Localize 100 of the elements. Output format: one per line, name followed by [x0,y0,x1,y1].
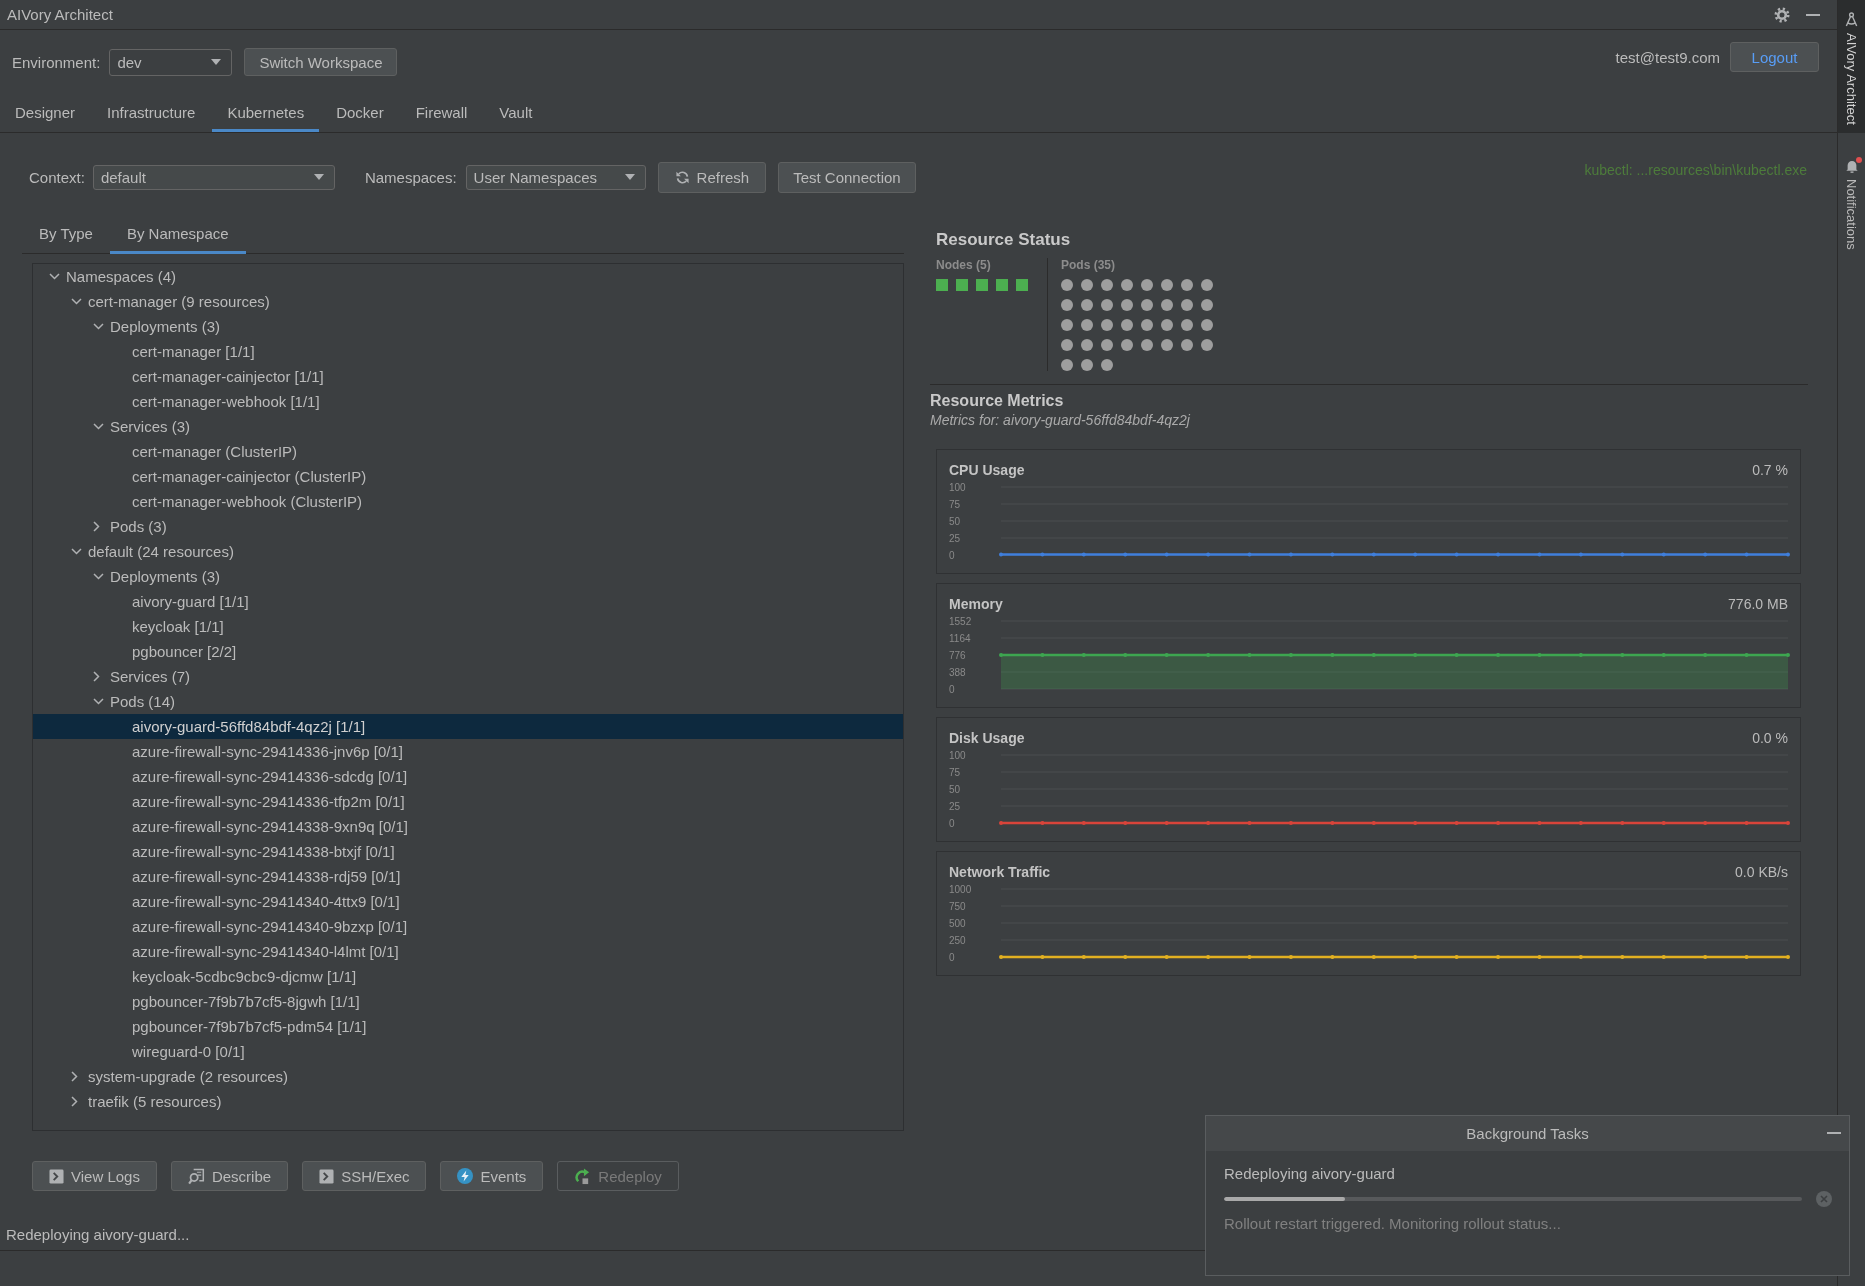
tree-item[interactable]: aivory-guard-56ffd84bdf-4qz2j [1/1] [33,714,903,739]
tree-item[interactable]: aivory-guard [1/1] [33,589,903,614]
namespaces-label: Namespaces: [364,168,457,186]
tree-item[interactable]: cert-manager-cainjector (ClusterIP) [33,464,903,489]
document-search-icon [187,1167,205,1185]
tree-item[interactable]: Services (3) [33,414,903,439]
tree-item[interactable]: default (24 resources) [33,539,903,564]
axis-tick-label: 388 [949,666,966,678]
tree-item[interactable]: cert-manager-cainjector [1/1] [33,364,903,389]
section-title: Resource Metrics [930,391,1065,411]
tree-item[interactable]: Namespaces (4) [33,264,903,289]
bell-icon [1844,158,1859,173]
tree-item[interactable]: wireguard-0 [0/1] [33,1039,903,1064]
side-tab[interactable]: Notifications [1838,146,1865,258]
tree-item[interactable]: system-upgrade (2 resources) [33,1064,903,1089]
tab[interactable]: Infrastructure [92,92,211,132]
chevron-right-icon[interactable] [93,521,100,532]
terminal-icon [49,1168,64,1184]
nodes-label: Nodes (5) [936,258,992,273]
events-button[interactable]: Events [440,1161,544,1191]
tree-item[interactable]: azure-firewall-sync-29414336-tfp2m [0/1] [33,789,903,814]
tree-item[interactable]: cert-manager-webhook (ClusterIP) [33,489,903,514]
tab[interactable]: Kubernetes [212,92,320,132]
ssh-exec-button[interactable]: SSH/Exec [302,1161,427,1191]
axis-tick-label: 100 [949,749,966,761]
axis-tick-label: 500 [949,917,966,929]
axis-tick-label: 75 [949,498,961,510]
tree-item[interactable]: cert-manager (9 resources) [33,289,903,314]
chevron-down-icon[interactable] [93,573,104,580]
axis-tick-label: 75 [949,766,961,778]
axis-tick-label: 776 [949,649,966,661]
tree-item[interactable]: cert-manager [1/1] [33,339,903,364]
view-tab[interactable]: By Type [22,215,110,254]
test-connection-button[interactable]: Test Connection [778,161,916,193]
tree-item[interactable]: keycloak-5cdbc9cbc9-djcmw [1/1] [33,964,903,989]
axis-tick-label: 100 [949,481,966,493]
chevron-right-icon[interactable] [93,671,100,682]
chevron-down-icon[interactable] [71,298,82,305]
refresh-button[interactable]: Refresh [657,161,767,193]
context-dropdown[interactable]: default [92,164,335,190]
chart-title: Disk Usage [949,730,1025,746]
chevron-down-icon[interactable] [93,698,104,705]
tree-item[interactable]: azure-firewall-sync-29414340-9bzxp [0/1] [33,914,903,939]
tree-item[interactable]: Services (7) [33,664,903,689]
tree-item[interactable]: cert-manager-webhook [1/1] [33,389,903,414]
tree-item[interactable]: keycloak [1/1] [33,614,903,639]
caret-down-icon [313,174,324,180]
tree-item[interactable]: pgbouncer-7f9b7b7cf5-8jgwh [1/1] [33,989,903,1014]
pods-label: Pods (35) [1061,258,1116,273]
switch-workspace-button[interactable]: Switch Workspace [244,48,398,76]
axis-tick-label: 1164 [949,632,971,644]
chevron-down-icon[interactable] [93,323,104,330]
tree-item[interactable]: azure-firewall-sync-29414340-l4lmt [0/1] [33,939,903,964]
tab[interactable]: Docker [321,92,399,132]
tree-item[interactable]: pgbouncer [2/2] [33,639,903,664]
tree-item[interactable]: pgbouncer-7f9b7b7cf5-pdm54 [1/1] [33,1014,903,1039]
metric-value: 776.0 MB [1728,596,1788,612]
tree-item[interactable]: azure-firewall-sync-29414338-9xn9q [0/1] [33,814,903,839]
logout-button[interactable]: Logout [1730,42,1819,72]
tree-item[interactable]: Deployments (3) [33,314,903,339]
chevron-right-icon[interactable] [71,1096,78,1107]
tab[interactable]: Designer [0,92,91,132]
side-tab[interactable]: AIVory Architect [1838,0,1865,133]
kubectl-path: kubectl: ...resources\bin\kubectl.exe [1584,162,1807,178]
chevron-down-icon[interactable] [49,273,60,280]
section-title: Resource Status [936,230,1072,250]
axis-tick-label: 1552 [949,615,972,627]
context-label: Context: [29,168,85,186]
metrics-subtitle: Metrics for: aivory-guard-56ffd84bdf-4qz2j [930,411,1191,429]
axis-tick-label: 50 [949,515,961,527]
view-tab[interactable]: By Namespace [109,215,246,254]
axis-tick-label: 0 [949,683,955,695]
tab[interactable]: Vault [484,92,548,132]
task-title: Redeploying aivory-guard [1224,1165,1396,1183]
chevron-right-icon[interactable] [71,1071,78,1082]
chevron-down-icon[interactable] [93,423,104,430]
view-logs-button[interactable]: View Logs [32,1161,157,1191]
settings-icon[interactable] [1774,6,1790,23]
describe-button[interactable]: Describe [170,1161,289,1191]
tree-item[interactable]: azure-firewall-sync-29414336-jnv6p [0/1] [33,739,903,764]
axis-tick-label: 1000 [949,883,972,895]
tree-item[interactable]: azure-firewall-sync-29414336-sdcdg [0/1] [33,764,903,789]
circular-arrow-icon [574,1167,592,1185]
tab[interactable]: Firewall [400,92,483,132]
tree-item[interactable]: Deployments (3) [33,564,903,589]
chevron-down-icon[interactable] [71,548,82,555]
tree-item[interactable]: azure-firewall-sync-29414338-btxjf [0/1] [33,839,903,864]
window-title: AIVory Architect [7,6,113,23]
axis-tick-label: 0 [949,817,955,829]
lightning-icon [457,1168,474,1184]
namespaces-dropdown[interactable]: User Namespaces [465,164,646,190]
tree-item[interactable]: Pods (3) [33,514,903,539]
environment-dropdown[interactable]: dev [109,48,233,76]
tree-item[interactable]: Pods (14) [33,689,903,714]
minimize-icon[interactable] [1806,13,1820,16]
tree-item[interactable]: azure-firewall-sync-29414340-4ttx9 [0/1] [33,889,903,914]
task-message: Rollout restart triggered. Monitoring rollout status... [1224,1215,1562,1233]
tree-item[interactable]: cert-manager (ClusterIP) [33,439,903,464]
tree-item[interactable]: azure-firewall-sync-29414338-rdj59 [0/1] [33,864,903,889]
tree-item[interactable]: traefik (5 resources) [33,1089,903,1114]
